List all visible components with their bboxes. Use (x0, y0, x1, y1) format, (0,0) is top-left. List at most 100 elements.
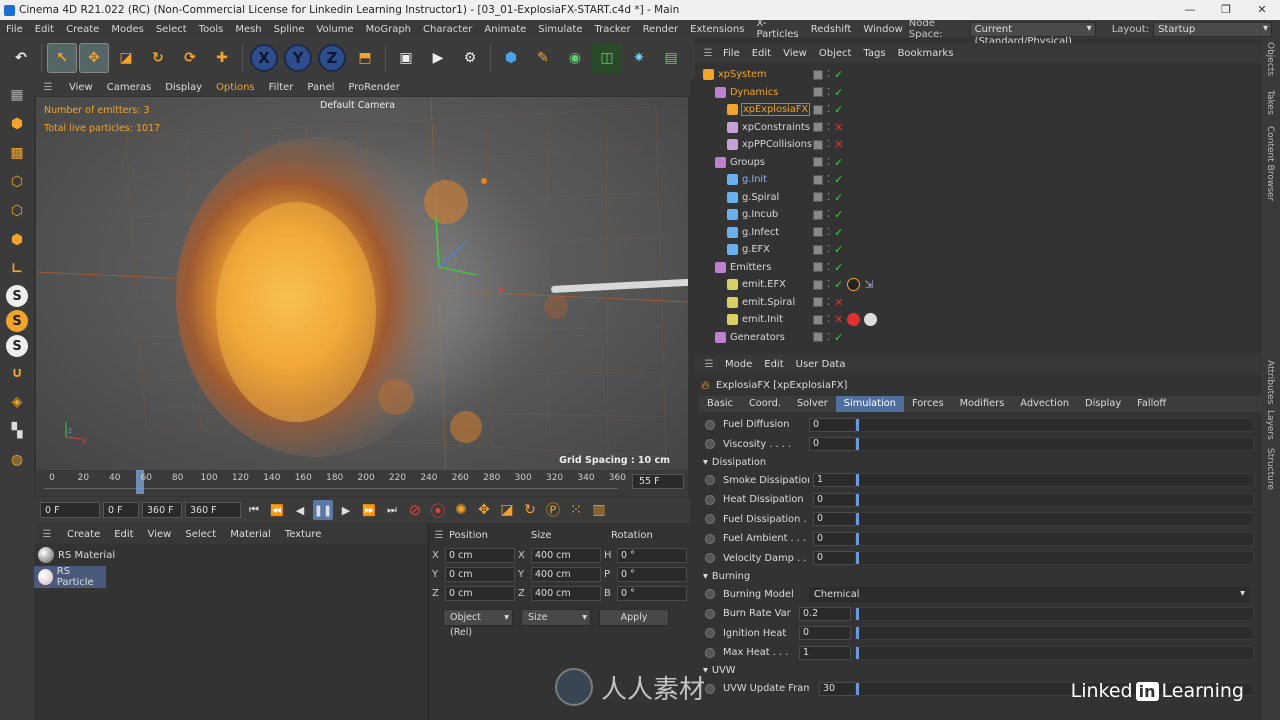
visibility-dots-icon[interactable]: ⁚ (827, 314, 830, 325)
viewport-hamburger-icon[interactable]: ☰ (34, 82, 62, 93)
place-tool-icon[interactable]: ✚ (207, 43, 237, 73)
layer-icon[interactable] (813, 279, 823, 290)
enabled-check-icon[interactable]: ✓ (834, 173, 843, 186)
menu-select[interactable]: Select (150, 24, 193, 35)
attribute-hamburger-icon[interactable]: ☰ (699, 359, 719, 370)
parameter-slider[interactable] (855, 492, 1254, 507)
animate-radio-icon[interactable] (705, 628, 715, 639)
parameter-slider[interactable] (855, 551, 1254, 566)
enabled-check-icon[interactable]: ✓ (834, 86, 843, 99)
menu-extensions[interactable]: Extensions (684, 24, 750, 35)
parameter-value-field[interactable]: 0 (809, 437, 861, 452)
material-menu-create[interactable]: Create (60, 529, 107, 540)
object-row[interactable]: g.Init ⁚ ✓ (695, 171, 1262, 189)
enabled-check-icon[interactable]: ✓ (834, 243, 843, 256)
attribute-menu-edit[interactable]: Edit (758, 359, 789, 370)
next-frame-icon[interactable]: ▶ (336, 500, 356, 520)
environment-icon[interactable]: ▤ (656, 43, 686, 73)
timeline-window-icon[interactable]: ▥ (589, 500, 609, 520)
range-end-field[interactable]: 360 F (142, 502, 182, 518)
viewport-menu-panel[interactable]: Panel (300, 82, 341, 93)
undo-icon[interactable]: ↶ (6, 43, 36, 73)
z-axis-lock-icon[interactable]: Z (318, 44, 346, 72)
tab-modifiers[interactable]: Modifiers (952, 396, 1013, 412)
object-name[interactable]: Groups (730, 157, 765, 168)
position-field[interactable]: 0 cm (445, 548, 515, 563)
rotation-field[interactable]: 0 ° (617, 586, 687, 601)
layer-icon[interactable] (813, 209, 823, 220)
layer-icon[interactable] (813, 174, 823, 185)
layer-icon[interactable] (813, 87, 823, 98)
menu-modes[interactable]: Modes (105, 24, 149, 35)
layer-icon[interactable] (813, 314, 823, 325)
position-field[interactable]: 0 cm (445, 586, 515, 601)
material-hamburger-icon[interactable]: ☰ (34, 529, 60, 540)
workplane-icon[interactable]: ∟ (4, 256, 30, 282)
visibility-dots-icon[interactable]: ⁚ (827, 87, 830, 98)
parameter-value-field[interactable]: 0 (809, 417, 861, 432)
tab-solver[interactable]: Solver (789, 396, 836, 412)
material-item[interactable]: RS Material (34, 544, 428, 566)
minimize-button[interactable]: — (1172, 0, 1208, 20)
side-tab-objects[interactable]: Objects (1265, 42, 1275, 76)
object-row[interactable]: xpSystem ⁚ ✓ (695, 66, 1262, 84)
layer-icon[interactable] (813, 69, 823, 80)
render-settings-icon[interactable]: ⚙ (455, 43, 485, 73)
render-region-icon[interactable]: ▣ (391, 43, 421, 73)
object-name[interactable]: emit.EFX (742, 279, 786, 290)
object-name[interactable]: emit.Spiral (742, 297, 795, 308)
tab-basic[interactable]: Basic (699, 396, 741, 412)
visibility-dots-icon[interactable]: ⁚ (827, 227, 830, 238)
red-material-tag-icon[interactable] (847, 313, 861, 327)
animate-radio-icon[interactable] (705, 683, 715, 694)
menu-redshift[interactable]: Redshift (805, 24, 858, 35)
visibility-dots-icon[interactable]: ⁚ (827, 244, 830, 255)
object-row[interactable]: g.Incub ⁚ ✓ (695, 206, 1262, 224)
tab-display[interactable]: Display (1077, 396, 1129, 412)
layer-icon[interactable] (813, 297, 823, 308)
visibility-dots-icon[interactable]: ⁚ (827, 332, 830, 343)
edges-mode-icon[interactable]: ⬡ (4, 198, 30, 224)
rotation-field[interactable]: 0 ° (617, 548, 687, 563)
parameter-slider[interactable] (855, 606, 1254, 621)
object-name[interactable]: Generators (730, 332, 785, 343)
render-view-icon[interactable]: ▶ (423, 43, 453, 73)
enabled-check-icon[interactable]: ✓ (834, 331, 843, 344)
points-mode-icon[interactable]: ⬡ (4, 169, 30, 195)
viewport-menu-options[interactable]: Options (209, 82, 262, 93)
model-mode-icon[interactable]: ⬢ (4, 111, 30, 137)
enabled-check-icon[interactable]: ✓ (834, 103, 843, 116)
animate-radio-icon[interactable] (705, 419, 715, 430)
disabled-cross-icon[interactable]: ✕ (834, 296, 843, 309)
burning-model-dropdown[interactable]: Chemical (809, 586, 1249, 602)
size-field[interactable]: 400 cm (531, 567, 601, 582)
object-name[interactable]: xpPPCollisions (742, 139, 812, 150)
enabled-check-icon[interactable]: ✓ (834, 278, 843, 291)
tab-advection[interactable]: Advection (1012, 396, 1077, 412)
parameter-value-field[interactable]: 0 (799, 626, 851, 641)
animate-radio-icon[interactable] (705, 553, 715, 564)
enabled-check-icon[interactable]: ✓ (834, 156, 843, 169)
animate-radio-icon[interactable] (705, 475, 715, 486)
object-menu-file[interactable]: File (717, 48, 746, 59)
menu-tools[interactable]: Tools (193, 24, 230, 35)
viewport-menu-filter[interactable]: Filter (262, 82, 301, 93)
size-mode-dropdown[interactable]: Size (521, 609, 591, 626)
material-menu-texture[interactable]: Texture (278, 529, 329, 540)
material-menu-edit[interactable]: Edit (107, 529, 140, 540)
object-row[interactable]: emit.Spiral ⁚ ✕ (695, 294, 1262, 312)
visibility-dots-icon[interactable]: ⁚ (827, 192, 830, 203)
enabled-check-icon[interactable]: ✓ (834, 191, 843, 204)
visibility-dots-icon[interactable]: ⁚ (827, 279, 830, 290)
cloner-icon[interactable]: ◫ (592, 43, 622, 73)
object-name[interactable]: g.EFX (742, 244, 770, 255)
enabled-check-icon[interactable]: ✓ (834, 226, 843, 239)
go-to-end-icon[interactable]: ⏭ (382, 500, 402, 520)
menu-file[interactable]: File (0, 24, 29, 35)
snap-icon[interactable]: S (6, 285, 28, 307)
visibility-dots-icon[interactable]: ⁚ (827, 209, 830, 220)
viewport-menu-display[interactable]: Display (158, 82, 209, 93)
material-menu-select[interactable]: Select (178, 529, 223, 540)
x-axis-lock-icon[interactable]: X (250, 44, 278, 72)
param-key-icon[interactable]: Ⓟ (543, 500, 563, 520)
